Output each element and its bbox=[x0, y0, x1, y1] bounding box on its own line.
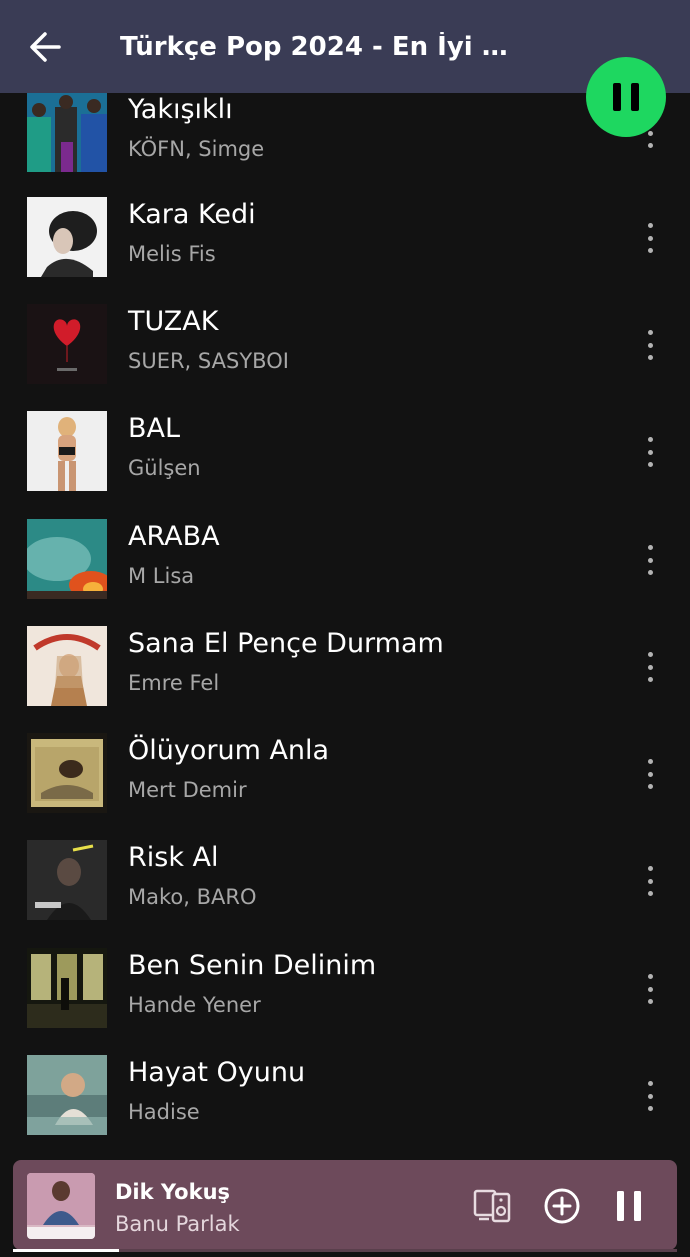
track-row[interactable]: BAL Gülşen bbox=[0, 411, 690, 518]
connect-device-button[interactable] bbox=[471, 1184, 515, 1228]
add-icon bbox=[544, 1188, 580, 1224]
track-row[interactable]: Ölüyorum Anla Mert Demir bbox=[0, 733, 690, 840]
track-artist: Gülşen bbox=[128, 456, 201, 480]
track-row[interactable]: Kara Kedi Melis Fis bbox=[0, 197, 690, 304]
track-row[interactable]: Hayat Oyunu Hadise bbox=[0, 1055, 690, 1162]
track-artist: Hadise bbox=[128, 1100, 200, 1124]
playlist-pause-button[interactable] bbox=[586, 57, 666, 137]
more-options-icon[interactable] bbox=[640, 437, 660, 467]
track-title: Sana El Pençe Durmam bbox=[128, 628, 444, 659]
track-row[interactable]: Sana El Pençe Durmam Emre Fel bbox=[0, 626, 690, 733]
track-artist: KÖFN, Simge bbox=[128, 137, 265, 161]
track-title: ARABA bbox=[128, 521, 220, 552]
more-options-icon[interactable] bbox=[640, 1081, 660, 1111]
pause-button[interactable] bbox=[607, 1184, 651, 1228]
top-bar: Türkçe Pop 2024 - En İyi Tür... bbox=[0, 0, 690, 93]
album-cover bbox=[27, 411, 107, 491]
track-row[interactable]: Ben Senin Delinim Hande Yener bbox=[0, 948, 690, 1055]
more-options-icon[interactable] bbox=[640, 223, 660, 253]
back-button[interactable] bbox=[0, 0, 90, 93]
track-row[interactable]: ARABA M Lisa bbox=[0, 519, 690, 626]
track-title: Risk Al bbox=[128, 842, 219, 873]
track-title: Yakışıklı bbox=[128, 94, 233, 125]
album-cover bbox=[27, 840, 107, 920]
track-title: Hayat Oyunu bbox=[128, 1057, 306, 1088]
album-cover bbox=[27, 519, 107, 599]
more-options-icon[interactable] bbox=[640, 974, 660, 1004]
track-artist: Hande Yener bbox=[128, 993, 261, 1017]
album-cover bbox=[27, 197, 107, 277]
track-title: BAL bbox=[128, 413, 181, 444]
track-artist: M Lisa bbox=[128, 564, 195, 588]
now-playing-artist: Banu Parlak bbox=[115, 1212, 240, 1236]
track-title: Ölüyorum Anla bbox=[128, 735, 330, 766]
track-row[interactable]: TUZAK SUER, SASYBOI bbox=[0, 304, 690, 411]
add-to-library-button[interactable] bbox=[540, 1184, 584, 1228]
arrow-left-icon bbox=[30, 31, 61, 62]
track-artist: Emre Fel bbox=[128, 671, 220, 695]
track-artist: Mako, BARO bbox=[128, 885, 257, 909]
track-title: Ben Senin Delinim bbox=[128, 950, 377, 981]
playback-progress[interactable] bbox=[13, 1249, 677, 1252]
more-options-icon[interactable] bbox=[640, 652, 660, 682]
more-options-icon[interactable] bbox=[640, 866, 660, 896]
pause-icon bbox=[617, 1191, 641, 1221]
album-cover bbox=[27, 948, 107, 1028]
now-playing-cover bbox=[27, 1173, 95, 1239]
track-row[interactable]: Risk Al Mako, BARO bbox=[0, 840, 690, 947]
album-cover bbox=[27, 626, 107, 706]
track-row[interactable]: Yakışıklı KÖFN, Simge bbox=[0, 92, 690, 199]
track-artist: Mert Demir bbox=[128, 778, 247, 802]
track-title: TUZAK bbox=[128, 306, 219, 337]
pause-icon bbox=[613, 83, 621, 111]
album-cover bbox=[27, 1055, 107, 1135]
album-cover bbox=[27, 304, 107, 384]
album-cover bbox=[27, 733, 107, 813]
track-artist: Melis Fis bbox=[128, 242, 216, 266]
playlist-title: Türkçe Pop 2024 - En İyi Tür... bbox=[120, 31, 520, 62]
more-options-icon[interactable] bbox=[640, 759, 660, 789]
album-cover bbox=[27, 92, 107, 172]
more-options-icon[interactable] bbox=[640, 545, 660, 575]
track-title: Kara Kedi bbox=[128, 199, 256, 230]
now-playing-title: Dik Yokuş bbox=[115, 1180, 231, 1204]
more-options-icon[interactable] bbox=[640, 330, 660, 360]
devices-icon bbox=[473, 1189, 511, 1223]
playback-progress-fill bbox=[13, 1249, 120, 1252]
now-playing-bar[interactable]: Dik Yokuş Banu Parlak bbox=[13, 1160, 677, 1250]
track-artist: SUER, SASYBOI bbox=[128, 349, 289, 373]
